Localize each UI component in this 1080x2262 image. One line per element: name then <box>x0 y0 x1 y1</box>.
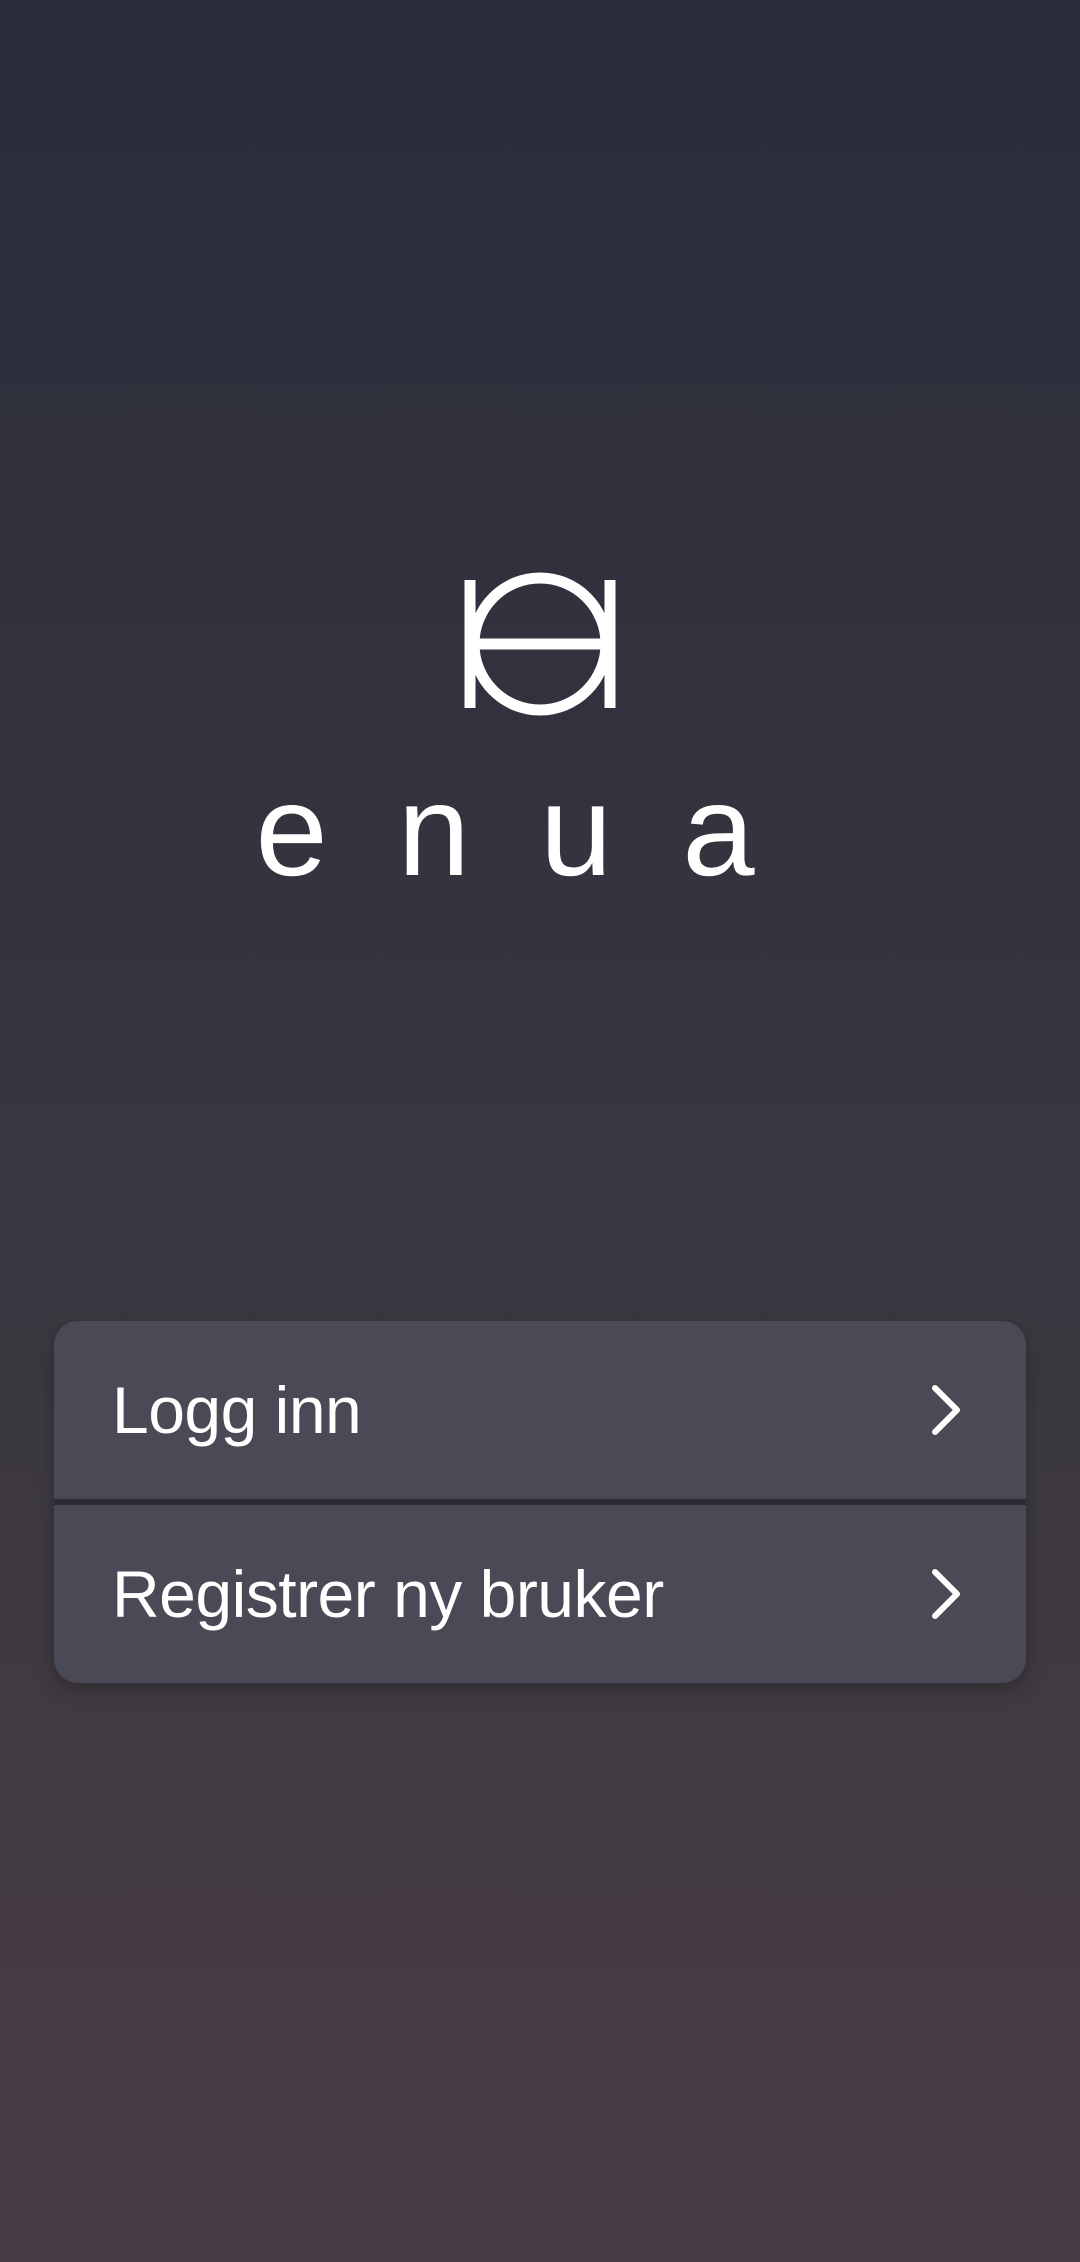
register-button[interactable]: Registrer ny bruker <box>54 1505 1026 1683</box>
enua-logo-icon <box>464 572 616 716</box>
wordmark-text: enua <box>255 780 824 900</box>
register-label: Registrer ny bruker <box>112 1557 664 1631</box>
auth-menu: Logg inn Registrer ny bruker <box>54 1321 1026 1683</box>
enua-wordmark: enua <box>255 780 824 900</box>
brand-logo: enua <box>0 560 1080 900</box>
chevron-right-icon <box>932 1385 960 1435</box>
login-button[interactable]: Logg inn <box>54 1321 1026 1499</box>
chevron-right-icon <box>932 1569 960 1619</box>
login-label: Logg inn <box>112 1373 362 1447</box>
